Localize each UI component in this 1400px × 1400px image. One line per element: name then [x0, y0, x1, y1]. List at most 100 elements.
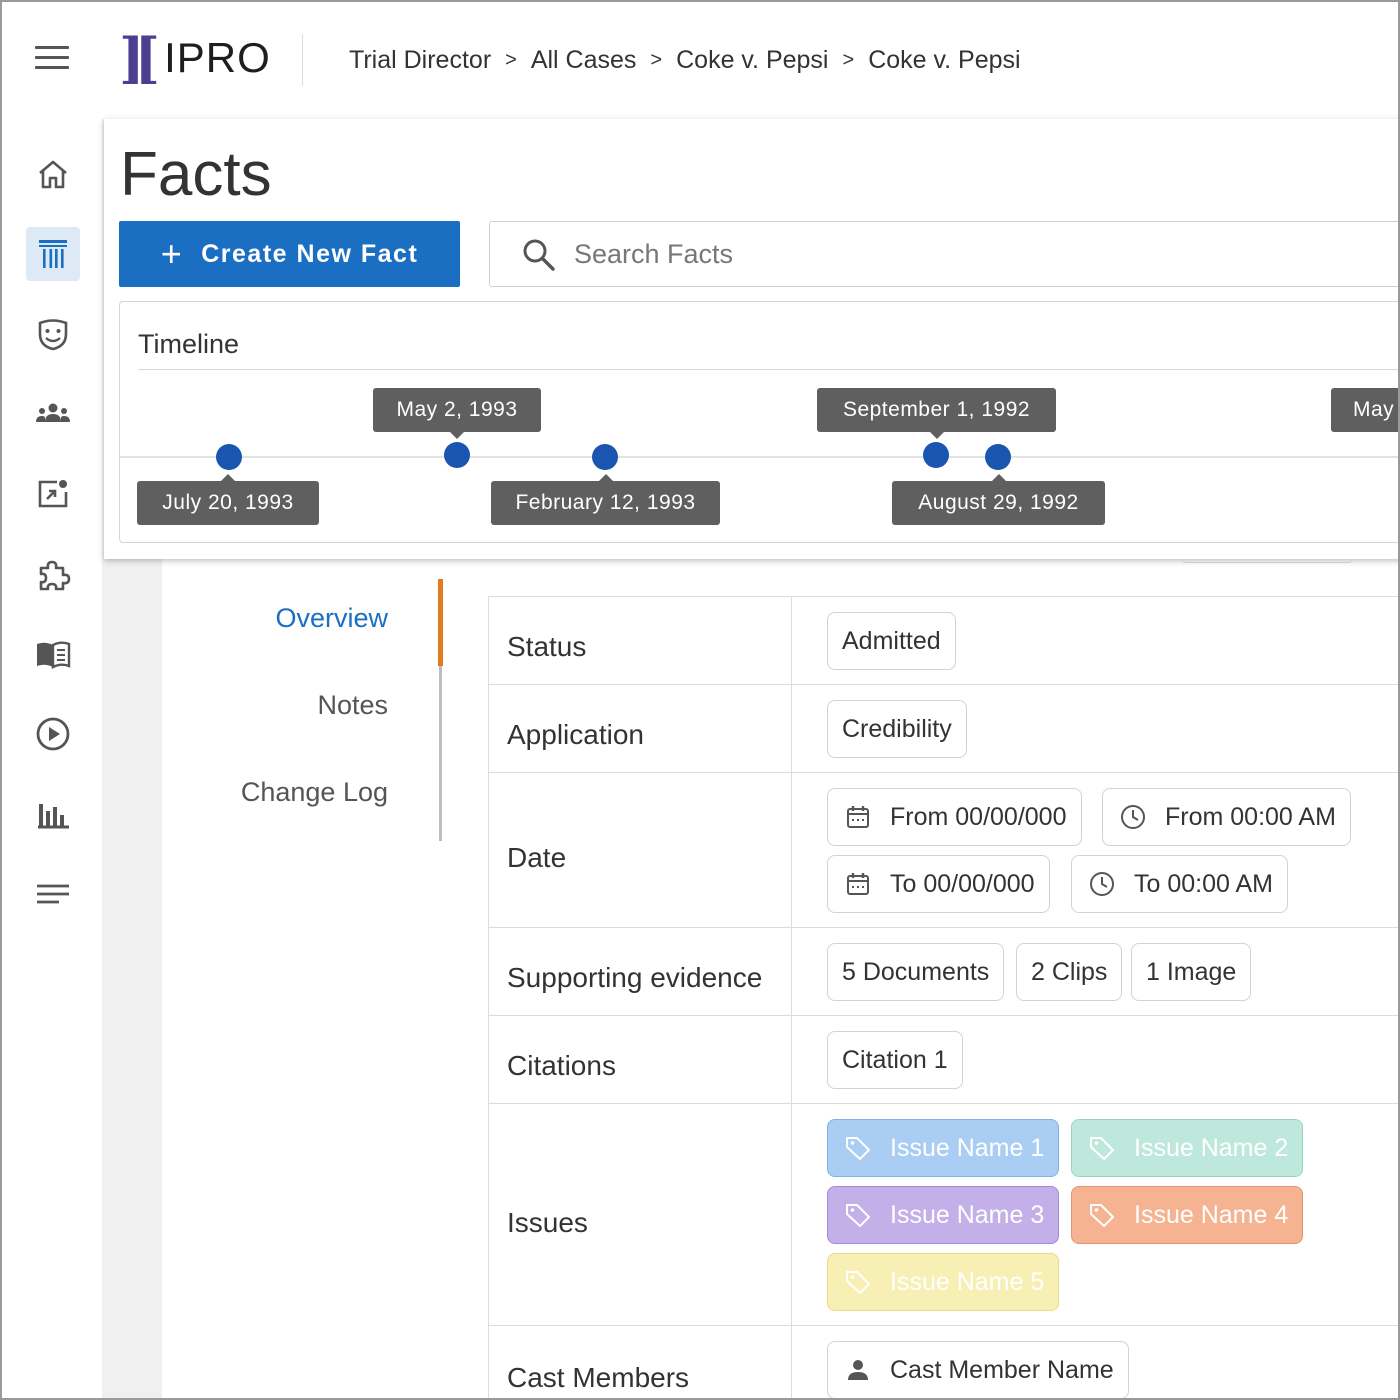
tag-label: Issue Name 5: [890, 1267, 1045, 1296]
drama-masks-icon: [38, 319, 68, 351]
nav-people[interactable]: [26, 387, 80, 441]
issue-tag[interactable]: Issue Name 1: [827, 1119, 1060, 1177]
chip-label: Admitted: [842, 626, 941, 655]
citation-chip[interactable]: Citation 1: [827, 1031, 963, 1089]
nav-play[interactable]: [26, 707, 80, 761]
issue-tag[interactable]: Issue Name 4: [1071, 1186, 1304, 1244]
logo-mark-icon: ][: [119, 26, 160, 90]
row-label: Issues: [507, 1207, 588, 1238]
chip-label: Credibility: [842, 714, 952, 743]
nav-text[interactable]: [26, 867, 80, 921]
app-frame: ][ IPRO Trial Director > All Cases > Cok…: [0, 0, 1400, 1400]
top-bar: ][ IPRO Trial Director > All Cases > Cok…: [2, 2, 1398, 119]
divider: [302, 34, 303, 86]
tag-icon: [846, 1204, 870, 1227]
column-divider: [791, 1104, 792, 1325]
tag-label: Issue Name 2: [1134, 1133, 1289, 1162]
row-issues: Issues Issue Name 1 Issue Name 2 Issue N…: [489, 1104, 1398, 1326]
evidence-image-chip[interactable]: 1 Image: [1131, 943, 1252, 1001]
from-time-field[interactable]: From 00:00 AM: [1102, 788, 1351, 846]
status-chip[interactable]: Admitted: [827, 612, 956, 670]
subnav-change-log[interactable]: Change Log: [241, 777, 388, 808]
page-title: Facts: [120, 140, 272, 209]
timeline-event-dot[interactable]: [444, 442, 470, 468]
clock-icon: [1121, 805, 1145, 829]
create-new-fact-button[interactable]: + Create New Fact: [119, 221, 460, 287]
column-divider: [791, 597, 792, 684]
search-box: [489, 221, 1398, 287]
nav-presentations[interactable]: [26, 467, 80, 521]
tag-icon: [1090, 1137, 1114, 1160]
row-application: Application Credibility: [489, 685, 1398, 773]
cast-member-chip[interactable]: Cast Member Name: [827, 1341, 1129, 1398]
nav-witnesses[interactable]: [26, 307, 80, 361]
timeline-label: May: [1331, 388, 1398, 432]
breadcrumb: Trial Director > All Cases > Coke v. Pep…: [349, 46, 1021, 75]
search-input[interactable]: [574, 232, 1374, 276]
timeline-event-dot[interactable]: [923, 442, 949, 468]
row-citations: Citations Citation 1: [489, 1016, 1398, 1104]
chip-label: Citation 1: [842, 1045, 948, 1074]
nav-facts[interactable]: [26, 227, 80, 281]
column-divider: [791, 1016, 792, 1103]
clock-icon: [1090, 872, 1114, 896]
field-label: To 00/00/000: [890, 869, 1035, 898]
plus-icon: +: [160, 233, 184, 274]
timeline-label: February 12, 1993: [491, 474, 720, 525]
subnav-active-marker: [438, 579, 443, 666]
chip-label: 1 Image: [1146, 957, 1237, 986]
fact-properties-table: Status Admitted Application Credibility …: [488, 596, 1398, 1398]
timeline-label: July 20, 1993: [137, 474, 319, 525]
logo-text: IPRO: [164, 34, 271, 81]
tag-icon: [846, 1271, 870, 1294]
create-button-label: Create New Fact: [201, 239, 419, 268]
hamburger-menu-icon[interactable]: [35, 46, 71, 72]
field-label: To 00:00 AM: [1134, 869, 1273, 898]
bar-chart-icon: [38, 804, 69, 829]
timeline-event-dot[interactable]: [985, 444, 1011, 470]
to-date-field[interactable]: To 00/00/000: [827, 855, 1050, 913]
to-time-field[interactable]: To 00:00 AM: [1071, 855, 1288, 913]
chip-label: Cast Member Name: [890, 1355, 1114, 1384]
puzzle-icon: [39, 560, 71, 591]
home-icon: [39, 160, 67, 189]
fact-detail-card: Overview Notes Change Log Status Admitte…: [162, 559, 1398, 1398]
timeline-event-dot[interactable]: [216, 444, 242, 470]
row-label: Supporting evidence: [507, 962, 763, 993]
presentation-icon: [38, 480, 68, 508]
evidence-clips-chip[interactable]: 2 Clips: [1016, 943, 1123, 1001]
evidence-documents-chip[interactable]: 5 Documents: [827, 943, 1005, 1001]
field-label: From 00:00 AM: [1165, 802, 1336, 831]
row-label: Citations: [507, 1050, 616, 1081]
from-date-field[interactable]: From 00/00/000: [827, 788, 1082, 846]
nav-reports[interactable]: [26, 787, 80, 841]
issue-tag[interactable]: Issue Name 3: [827, 1186, 1060, 1244]
issue-tag[interactable]: Issue Name 5: [827, 1253, 1060, 1311]
nav-home[interactable]: [26, 147, 80, 201]
breadcrumb-trial-director[interactable]: Trial Director: [349, 46, 491, 75]
logo[interactable]: ][ IPRO: [119, 26, 271, 90]
timeline-label: May 2, 1993: [373, 388, 541, 439]
people-icon: [36, 403, 70, 422]
tag-label: Issue Name 1: [890, 1133, 1045, 1162]
tag-label: Issue Name 3: [890, 1200, 1045, 1229]
breadcrumb-separator: >: [650, 49, 663, 71]
subnav-notes[interactable]: Notes: [317, 690, 388, 721]
column-divider: [791, 928, 792, 1015]
timeline-event-dot[interactable]: [592, 444, 618, 470]
timeline-label: August 29, 1992: [892, 474, 1105, 525]
breadcrumb-case[interactable]: Coke v. Pepsi: [676, 46, 828, 75]
field-label: From 00/00/000: [890, 802, 1067, 831]
nav-library[interactable]: [26, 627, 80, 681]
breadcrumb-all-cases[interactable]: All Cases: [531, 46, 637, 75]
nav-extensions[interactable]: [26, 547, 80, 601]
breadcrumb-current[interactable]: Coke v. Pepsi: [868, 46, 1020, 75]
search-icon: [523, 239, 555, 271]
application-chip[interactable]: Credibility: [827, 700, 967, 758]
tag-icon: [1090, 1204, 1114, 1227]
play-circle-icon: [36, 717, 70, 751]
issue-tag[interactable]: Issue Name 2: [1071, 1119, 1304, 1177]
timeline-divider: [138, 369, 1398, 370]
facts-panel: Facts + Create New Fact Timeline July 20…: [104, 119, 1398, 559]
subnav-overview[interactable]: Overview: [275, 603, 388, 634]
